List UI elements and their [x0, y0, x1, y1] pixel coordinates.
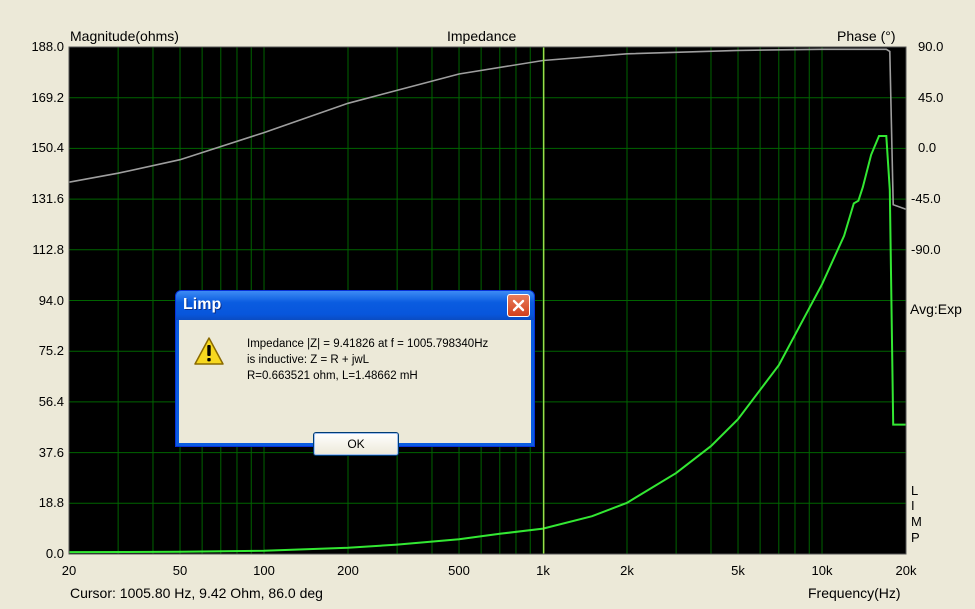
- x-tick-label: 200: [337, 563, 359, 578]
- side-letter: P: [911, 530, 920, 545]
- phase-axis-label: Phase (°): [837, 28, 896, 44]
- x-tick-label: 500: [448, 563, 470, 578]
- dialog-close-button[interactable]: [507, 294, 530, 317]
- y-right-tick-label: -90.0: [911, 241, 941, 257]
- y-right-tick-label: 90.0: [918, 39, 944, 54]
- y-right-tick-label: 45.0: [918, 89, 944, 105]
- y-left-tick-label: 188.0: [31, 39, 64, 54]
- y-left-tick-label: 112.8: [32, 241, 64, 257]
- y-left-tick-label: 37.6: [38, 444, 64, 460]
- cursor-readout: Cursor: 1005.80 Hz, 9.42 Ohm, 86.0 deg: [70, 585, 323, 601]
- warning-icon: [194, 337, 224, 365]
- side-letter: L: [911, 483, 919, 498]
- dialog-titlebar[interactable]: Limp: [176, 291, 534, 320]
- chart-title: Impedance: [447, 28, 517, 44]
- y-left-tick-label: 56.4: [38, 393, 64, 409]
- x-tick-label: 10k: [811, 563, 833, 578]
- x-tick-label: 100: [253, 563, 275, 578]
- x-tick-label: 20k: [895, 563, 917, 578]
- limp-dialog: Limp Impedance |Z| = 9.41826 at f = 1005…: [175, 290, 535, 456]
- y-left-tick-label: 18.8: [38, 495, 64, 511]
- y-right-tick-label: -45.0: [911, 191, 941, 207]
- y-left-tick-label: 94.0: [38, 292, 64, 308]
- x-tick-label: 20: [61, 563, 77, 578]
- ok-button[interactable]: OK: [313, 432, 399, 456]
- dialog-title: Limp: [183, 296, 222, 313]
- y-left-tick-label: 75.2: [38, 343, 64, 359]
- x-tick-label: 2k: [620, 563, 634, 578]
- x-axis-label: Frequency(Hz): [808, 585, 901, 601]
- y-right-tick-label: 0.0: [918, 140, 937, 156]
- x-tick-label: 5k: [731, 563, 745, 578]
- magnitude-axis-label: Magnitude(ohms): [70, 28, 179, 44]
- y-left-tick-label: 131.6: [31, 191, 64, 207]
- dialog-message-line: is inductive: Z = R + jwL: [247, 354, 370, 366]
- dialog-message-line: R=0.663521 ohm, L=1.48662 mH: [247, 370, 418, 382]
- y-left-tick-label: 169.2: [31, 89, 64, 105]
- y-left-tick-label: 0.0: [45, 546, 64, 561]
- x-tick-label: 50: [172, 563, 188, 578]
- avg-mode-label: Avg:Exp: [910, 301, 962, 317]
- dialog-body: Impedance |Z| = 9.41826 at f = 1005.7983…: [179, 320, 531, 456]
- x-tick-label: 1k: [536, 563, 550, 578]
- y-left-tick-label: 150.4: [31, 140, 64, 156]
- close-icon: [512, 299, 525, 312]
- dialog-message-line: Impedance |Z| = 9.41826 at f = 1005.7983…: [247, 338, 489, 350]
- side-letter: M: [911, 514, 922, 529]
- side-letter: I: [911, 498, 915, 513]
